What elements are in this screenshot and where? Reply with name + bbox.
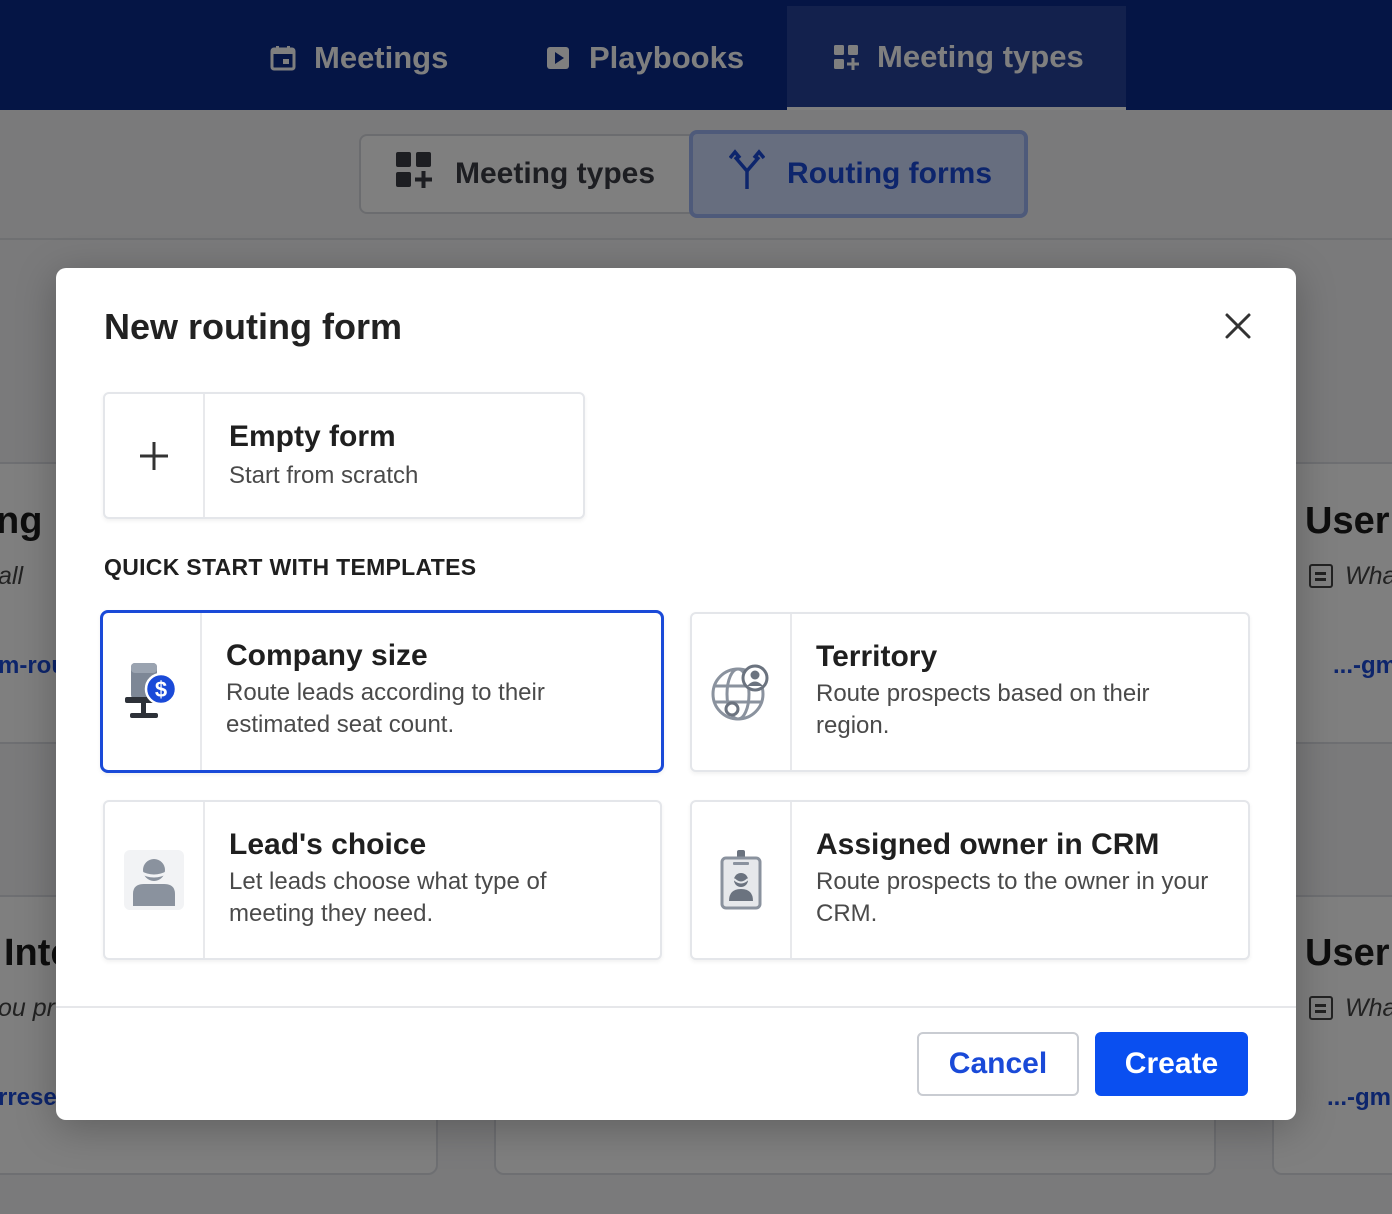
option-title: Empty form: [229, 420, 396, 453]
option-description-line: estimated seat count.: [226, 711, 455, 738]
option-description-line: Route leads according to their: [226, 679, 545, 706]
option-description: Route prospects based on their region.: [816, 678, 1150, 742]
plus-icon: [105, 394, 205, 517]
empty-form-option[interactable]: Empty form Start from scratch: [103, 392, 585, 519]
globe-user-icon: [692, 614, 792, 770]
dialog-footer-divider: [56, 1006, 1296, 1008]
option-description: Route prospects to the owner in your CRM…: [816, 866, 1208, 930]
close-button[interactable]: [1216, 306, 1260, 350]
template-assigned-owner-crm[interactable]: Assigned owner in CRM Route prospects to…: [690, 800, 1250, 960]
option-description-line: Route prospects based on their: [816, 680, 1150, 707]
option-title: Lead's choice: [229, 828, 427, 861]
option-description-line: CRM.: [816, 900, 878, 927]
option-description: Start from scratch: [229, 462, 419, 489]
person-icon: [105, 802, 205, 958]
dialog-title: New routing form: [104, 306, 402, 347]
create-button[interactable]: Create: [1095, 1032, 1248, 1096]
option-title: Territory: [816, 640, 938, 673]
option-description-line: region.: [816, 712, 890, 739]
template-company-size[interactable]: $ Company size Route leads according to …: [100, 610, 664, 773]
template-leads-choice[interactable]: Lead's choice Let leads choose what type…: [103, 800, 662, 960]
office-chair-dollar-icon: $: [103, 613, 202, 770]
new-routing-form-dialog: New routing form Empty form Start from s…: [56, 268, 1296, 1120]
option-description-line: Let leads choose what type of: [229, 868, 547, 895]
option-description-line: meeting they need.: [229, 900, 434, 927]
template-territory[interactable]: Territory Route prospects based on their…: [690, 612, 1250, 772]
id-badge-icon: [692, 802, 792, 958]
cancel-button[interactable]: Cancel: [917, 1032, 1079, 1096]
option-description-line: Route prospects to the owner in your: [816, 868, 1209, 895]
templates-section-label: QUICK START WITH TEMPLATES: [104, 554, 477, 580]
svg-text:$: $: [154, 677, 166, 702]
close-icon: [1224, 312, 1252, 345]
option-description: Route leads according to their estimated…: [226, 677, 545, 741]
option-title: Assigned owner in CRM: [816, 828, 1160, 861]
option-description: Let leads choose what type of meeting th…: [229, 866, 547, 930]
option-title: Company size: [226, 639, 428, 672]
